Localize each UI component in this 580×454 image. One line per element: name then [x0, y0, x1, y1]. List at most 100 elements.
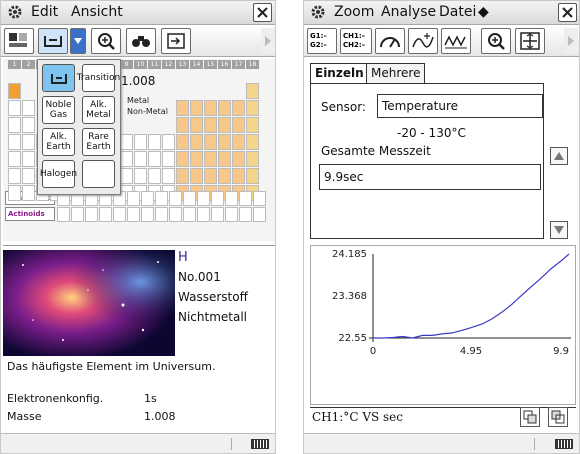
- sensor-field[interactable]: Temperature: [377, 94, 543, 118]
- element-cell[interactable]: [57, 207, 70, 222]
- element-cell[interactable]: [155, 207, 168, 222]
- total-time-field[interactable]: 9.9sec: [319, 164, 541, 190]
- element-cell[interactable]: [183, 191, 196, 206]
- element-cell[interactable]: [169, 191, 182, 206]
- close-button[interactable]: [253, 3, 272, 22]
- element-cell[interactable]: [120, 151, 133, 167]
- toolbar-scroll-right[interactable]: [564, 28, 578, 54]
- category-transition-button[interactable]: Transition: [77, 64, 120, 92]
- category-dropdown[interactable]: [70, 28, 86, 54]
- element-cell[interactable]: [71, 207, 84, 222]
- gear-icon[interactable]: [310, 4, 326, 20]
- category-halogen-button[interactable]: Halogen: [40, 160, 77, 188]
- tab-single[interactable]: Einzeln: [310, 63, 369, 83]
- category-alkaline-earth-button[interactable]: Alk. Earth: [42, 128, 75, 156]
- element-cell[interactable]: [246, 83, 259, 99]
- element-cell[interactable]: [232, 100, 245, 116]
- element-cell[interactable]: [141, 191, 154, 206]
- category-all-button[interactable]: [42, 64, 75, 92]
- element-cell[interactable]: [232, 117, 245, 133]
- element-cell[interactable]: [176, 151, 189, 167]
- element-cell[interactable]: [176, 168, 189, 184]
- element-cell[interactable]: [211, 191, 224, 206]
- element-cell[interactable]: [190, 134, 203, 150]
- graph-select-button[interactable]: G1:– G2:–: [307, 28, 337, 54]
- element-cell[interactable]: [22, 100, 35, 116]
- category-rare-earth-button[interactable]: Rare Earth: [82, 128, 115, 156]
- element-cell[interactable]: [190, 100, 203, 116]
- element-cell[interactable]: [225, 191, 238, 206]
- element-cell[interactable]: [253, 207, 266, 222]
- actinoids-label[interactable]: Actinoids: [5, 207, 55, 221]
- graph-area[interactable]: 24.185 23.368 22.55 0 4.95 9.9: [310, 245, 576, 405]
- element-cell[interactable]: [120, 168, 133, 184]
- element-cell[interactable]: [225, 207, 238, 222]
- element-cell[interactable]: [162, 134, 175, 150]
- element-cell[interactable]: [204, 117, 217, 133]
- element-cell[interactable]: [162, 168, 175, 184]
- menu-file[interactable]: Datei: [439, 4, 476, 20]
- element-cell[interactable]: [148, 134, 161, 150]
- element-cell[interactable]: [8, 83, 21, 99]
- element-cell[interactable]: [190, 151, 203, 167]
- sensor-button[interactable]: [375, 28, 405, 54]
- scroll-up-button[interactable]: [550, 147, 568, 165]
- tab-multiple[interactable]: Mehrere: [366, 63, 426, 83]
- element-cell[interactable]: [148, 168, 161, 184]
- element-cell[interactable]: [176, 117, 189, 133]
- gear-icon[interactable]: [7, 4, 23, 20]
- menu-edit[interactable]: Edit: [31, 4, 58, 20]
- element-cell[interactable]: [232, 168, 245, 184]
- zoom-button[interactable]: [91, 28, 121, 54]
- element-cell[interactable]: [239, 191, 252, 206]
- element-cell[interactable]: [8, 185, 21, 201]
- element-cell[interactable]: [162, 151, 175, 167]
- element-cell[interactable]: [183, 207, 196, 222]
- search-button[interactable]: [126, 28, 156, 54]
- element-cell[interactable]: [197, 207, 210, 222]
- element-cell[interactable]: [22, 117, 35, 133]
- element-cell[interactable]: [113, 207, 126, 222]
- element-cell[interactable]: [8, 168, 21, 184]
- element-cell[interactable]: [197, 191, 210, 206]
- element-cell[interactable]: [204, 134, 217, 150]
- paste-button[interactable]: [548, 407, 568, 427]
- element-cell[interactable]: [8, 134, 21, 150]
- export-button[interactable]: [161, 28, 191, 54]
- element-cell[interactable]: [148, 151, 161, 167]
- element-cell[interactable]: [134, 168, 147, 184]
- element-cell[interactable]: [127, 191, 140, 206]
- element-cell[interactable]: [141, 207, 154, 222]
- element-cell[interactable]: [218, 134, 231, 150]
- element-cell[interactable]: [211, 207, 224, 222]
- setup-button[interactable]: [408, 28, 438, 54]
- element-cell[interactable]: [169, 207, 182, 222]
- category-alkali-metal-button[interactable]: Alk. Metal: [82, 96, 115, 124]
- element-cell[interactable]: [22, 185, 35, 201]
- element-cell[interactable]: [246, 151, 259, 167]
- element-cell[interactable]: [22, 168, 35, 184]
- element-cell[interactable]: [246, 134, 259, 150]
- category-empty-button[interactable]: [82, 160, 115, 188]
- element-cell[interactable]: [218, 100, 231, 116]
- element-cell[interactable]: [246, 100, 259, 116]
- category-noble-gas-button[interactable]: Noble Gas: [42, 96, 75, 124]
- element-cell[interactable]: [218, 168, 231, 184]
- element-cell[interactable]: [190, 168, 203, 184]
- category-button[interactable]: [38, 28, 68, 54]
- element-cell[interactable]: [127, 207, 140, 222]
- element-cell[interactable]: [8, 151, 21, 167]
- system-button[interactable]: [4, 28, 34, 54]
- menu-more[interactable]: ◆: [478, 4, 489, 20]
- element-cell[interactable]: [134, 134, 147, 150]
- close-button[interactable]: [558, 3, 577, 22]
- element-cell[interactable]: [22, 134, 35, 150]
- element-cell[interactable]: [218, 117, 231, 133]
- element-cell[interactable]: [253, 191, 266, 206]
- element-cell[interactable]: [120, 134, 133, 150]
- element-cell[interactable]: [239, 207, 252, 222]
- element-cell[interactable]: [246, 117, 259, 133]
- element-cell[interactable]: [204, 100, 217, 116]
- element-cell[interactable]: [232, 151, 245, 167]
- element-cell[interactable]: [204, 168, 217, 184]
